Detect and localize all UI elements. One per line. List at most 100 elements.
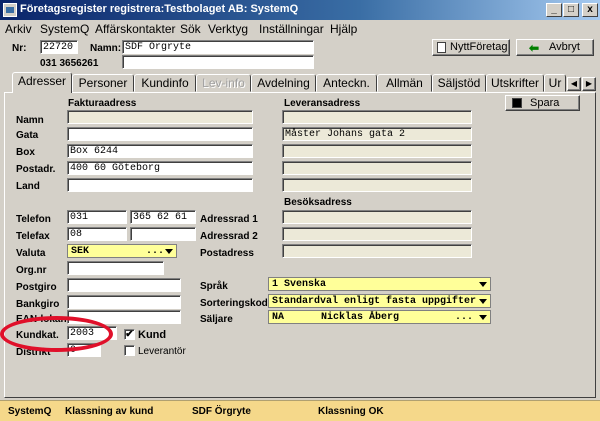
sprak-select[interactable]: 1 Svenska bbox=[268, 277, 491, 291]
valuta-label: Valuta bbox=[16, 248, 46, 259]
sorteringskod-select[interactable]: Standardval enligt fasta uppgifter bbox=[268, 294, 491, 308]
land-row-label: Land bbox=[16, 181, 40, 192]
faktura-namn-field[interactable] bbox=[67, 110, 253, 124]
tab-scroll-left-button[interactable]: ◀ bbox=[567, 77, 581, 91]
telefon-number-field[interactable]: 365 62 61 bbox=[130, 210, 196, 224]
save-button[interactable]: Spara bbox=[505, 95, 580, 111]
new-company-label: NyttFöretag bbox=[450, 41, 508, 53]
distrikt-label: Distrikt bbox=[16, 347, 51, 358]
menu-arkiv[interactable]: Arkiv bbox=[5, 22, 32, 36]
leverans-postadr-field[interactable] bbox=[282, 161, 472, 175]
bankgiro-label: Bankgiro bbox=[16, 299, 60, 310]
distrikt-field[interactable]: 0 bbox=[67, 343, 101, 357]
namn-field-2[interactable] bbox=[122, 55, 314, 69]
saljare-select[interactable]: NA Nicklas Åberg ... bbox=[268, 310, 491, 324]
tab-utskrifter[interactable]: Utskrifter bbox=[486, 74, 544, 92]
leverans-gata-field[interactable]: Måster Johans gata 2 bbox=[282, 127, 472, 141]
saljare-dots: ... bbox=[455, 312, 474, 323]
chevron-down-icon bbox=[165, 249, 173, 254]
maximize-button[interactable]: □ bbox=[563, 3, 579, 17]
telefax-label: Telefax bbox=[16, 231, 50, 242]
tab-lev-info: Lev-info bbox=[196, 74, 251, 92]
postgiro-field[interactable] bbox=[67, 278, 181, 292]
close-button[interactable]: x bbox=[582, 3, 598, 17]
menu-systemq[interactable]: SystemQ bbox=[40, 22, 89, 36]
tab-avdelning[interactable]: Avdelning bbox=[251, 74, 316, 92]
box-row-label: Box bbox=[16, 147, 35, 158]
ean-field[interactable] bbox=[67, 310, 181, 324]
postadress-label: Postadress bbox=[200, 248, 254, 259]
orgnr-field[interactable] bbox=[67, 261, 164, 275]
tab-saljstod[interactable]: Säljstöd bbox=[432, 74, 486, 92]
menu-affarskontakter[interactable]: Affärskontakter bbox=[95, 22, 175, 36]
tab-personer[interactable]: Personer bbox=[72, 74, 134, 92]
menu-sok[interactable]: Sök bbox=[180, 22, 201, 36]
sprak-value: 1 Svenska bbox=[272, 279, 327, 290]
status-company: SDF Örgryte bbox=[192, 406, 251, 417]
nr-label: Nr: bbox=[12, 43, 27, 54]
adressrad2-label: Adressrad 2 bbox=[200, 231, 258, 242]
telefon-label: Telefon bbox=[16, 214, 51, 225]
new-company-button[interactable]: NyttFöretag bbox=[432, 39, 510, 56]
fakturaadress-title: Fakturaadress bbox=[68, 98, 137, 109]
besok-adressrad1-field[interactable] bbox=[282, 210, 472, 224]
namn-row-label: Namn bbox=[16, 115, 44, 126]
saljare-code: NA bbox=[272, 312, 285, 323]
phone-text: 031 3656261 bbox=[40, 58, 99, 69]
menu-hjalp[interactable]: Hjälp bbox=[330, 22, 357, 36]
status-bar: SystemQ Klassning av kund SDF Örgryte Kl… bbox=[0, 400, 600, 421]
saljare-label: Säljare bbox=[200, 314, 233, 325]
back-arrow-icon: ⬅ bbox=[529, 41, 540, 55]
gata-row-label: Gata bbox=[16, 130, 39, 141]
leverantor-checkbox-label: Leverantör bbox=[138, 346, 186, 357]
bankgiro-field[interactable] bbox=[67, 295, 181, 309]
tab-kundinfo[interactable]: Kundinfo bbox=[134, 74, 196, 92]
tab-allman[interactable]: Allmän bbox=[377, 74, 432, 92]
besok-postadress-field[interactable] bbox=[282, 244, 472, 258]
sorteringskod-label: Sorteringskod bbox=[200, 298, 268, 309]
telefax-number-field[interactable] bbox=[130, 227, 196, 241]
app-icon bbox=[3, 3, 17, 17]
valuta-select[interactable]: SEK ... bbox=[67, 244, 177, 258]
faktura-box-field[interactable]: Box 6244 bbox=[67, 144, 253, 158]
document-icon bbox=[437, 42, 446, 53]
tab-scroll-right-button[interactable]: ▶ bbox=[582, 77, 596, 91]
kundkat-field[interactable]: 2003 bbox=[67, 326, 117, 340]
tab-ur[interactable]: Ur bbox=[544, 74, 566, 92]
status-message: Klassning av kund bbox=[65, 406, 154, 417]
cancel-label: Avbryt bbox=[549, 41, 580, 53]
leverantor-checkbox[interactable] bbox=[124, 345, 135, 356]
tab-anteckn[interactable]: Anteckn. bbox=[316, 74, 377, 92]
valuta-dots: ... bbox=[146, 246, 165, 257]
saljare-name: Nicklas Åberg bbox=[321, 312, 400, 323]
postgiro-label: Postgiro bbox=[16, 282, 57, 293]
telefax-area-field[interactable]: 08 bbox=[67, 227, 127, 241]
kund-checkbox[interactable]: ✔ bbox=[124, 329, 135, 340]
leveransadress-title: Leveransadress bbox=[284, 98, 361, 109]
namn-field[interactable]: SDF Örgryte bbox=[122, 40, 314, 54]
leverans-namn-field[interactable] bbox=[282, 110, 472, 124]
nr-field[interactable]: 22720 bbox=[40, 40, 78, 54]
faktura-land-field[interactable] bbox=[67, 178, 253, 192]
sprak-label: Språk bbox=[200, 281, 228, 292]
namn-label: Namn: bbox=[90, 43, 122, 54]
leverans-land-field[interactable] bbox=[282, 178, 472, 192]
besok-adressrad2-field[interactable] bbox=[282, 227, 472, 241]
telefon-area-field[interactable]: 031 bbox=[67, 210, 127, 224]
minimize-button[interactable]: _ bbox=[546, 3, 562, 17]
faktura-gata-field[interactable] bbox=[67, 127, 253, 141]
window-title: Företagsregister registrera:Testbolaget … bbox=[20, 3, 299, 15]
postadr-row-label: Postadr. bbox=[16, 164, 56, 175]
menu-installningar[interactable]: Inställningar bbox=[259, 22, 324, 36]
leverans-box-field[interactable] bbox=[282, 144, 472, 158]
title-bar[interactable]: Företagsregister registrera:Testbolaget … bbox=[0, 0, 600, 20]
tab-adresser[interactable]: Adresser bbox=[12, 72, 72, 93]
record-header: Nr: 22720 031 3656261 Namn: SDF Örgryte … bbox=[0, 38, 600, 70]
kund-checkbox-label: Kund bbox=[138, 329, 167, 341]
faktura-postadr-field[interactable]: 400 60 Göteborg bbox=[67, 161, 253, 175]
cancel-button[interactable]: ⬅ Avbryt bbox=[516, 39, 594, 56]
chevron-down-icon bbox=[479, 282, 487, 287]
save-label: Spara bbox=[530, 97, 560, 109]
menu-verktyg[interactable]: Verktyg bbox=[208, 22, 248, 36]
valuta-value: SEK bbox=[71, 246, 90, 257]
